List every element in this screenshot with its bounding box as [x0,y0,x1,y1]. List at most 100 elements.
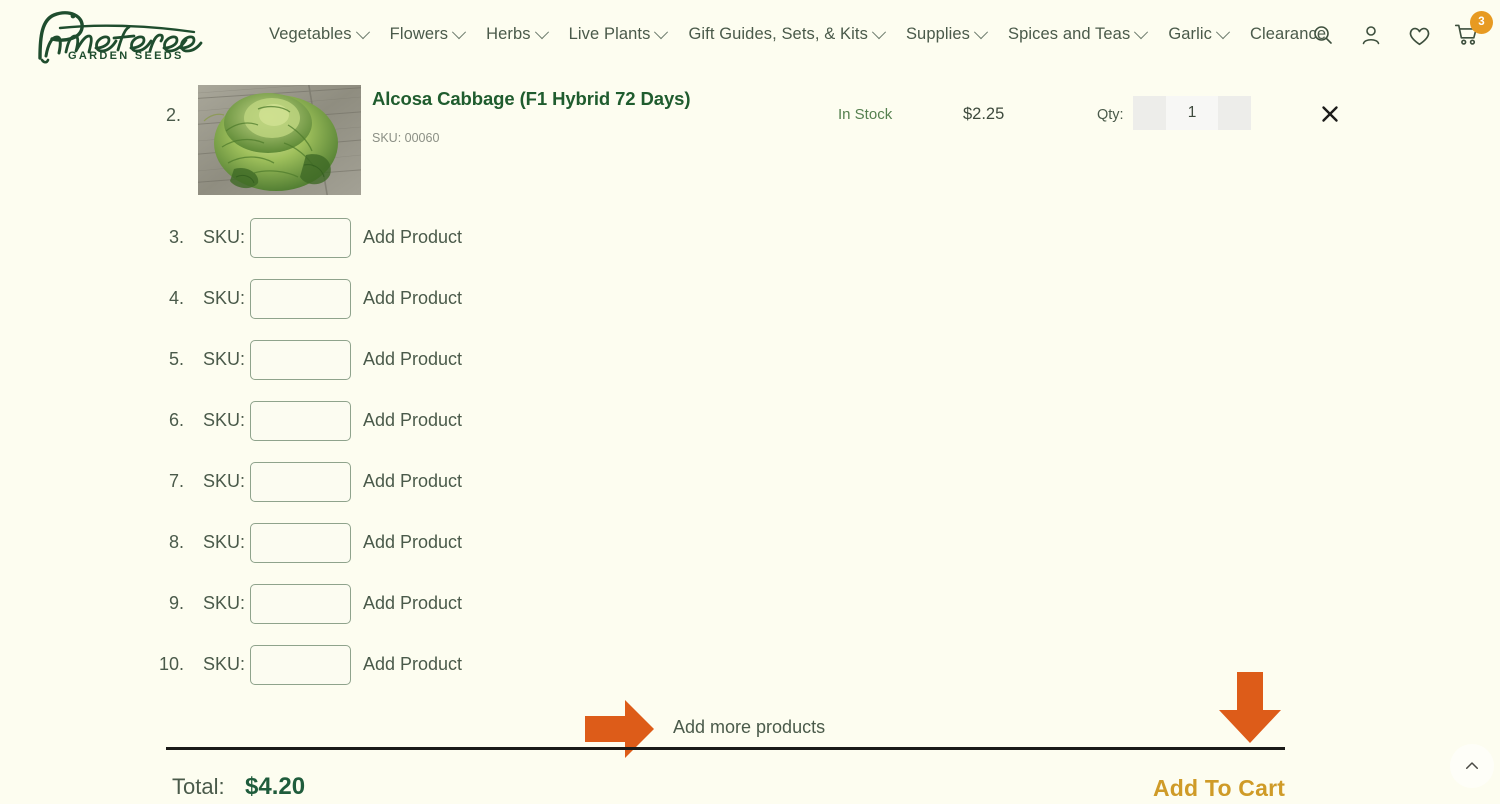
nav-item-herbs[interactable]: Herbs [475,24,558,44]
row-number: 6. [168,410,184,430]
arrow-right-icon [585,700,654,758]
arrow-down-icon [1219,672,1281,743]
main-navigation: Vegetables Flowers Herbs Live Plants Gif… [258,24,1337,44]
nav-item-live-plants[interactable]: Live Plants [558,24,678,44]
nav-item-gift-guides-sets-kits[interactable]: Gift Guides, Sets, & Kits [677,24,894,44]
sku-label: SKU: [203,593,246,613]
nav-label: Flowers [389,25,449,43]
sku-label: SKU: [203,288,246,308]
add-more-products-label: Add more products [673,717,826,737]
account-icon [1362,26,1380,45]
add-more-arrow-right [585,698,655,765]
chevron-down-icon [1134,24,1149,39]
site-header: GARDEN SEEDS Vegetables Flowers Herbs Li… [0,0,1500,76]
quantity-stepper[interactable] [1133,96,1251,130]
nav-item-vegetables[interactable]: Vegetables [258,24,379,44]
add-product-button[interactable]: Add Product [363,288,462,309]
wishlist-heart-icon [1409,27,1429,45]
row-number: 3. [168,227,184,247]
sku-label: SKU: [203,410,246,430]
add-product-button[interactable]: Add Product [363,593,462,614]
add-product-button[interactable]: Add Product [363,532,462,553]
add-product-button[interactable]: Add Product [363,227,462,248]
row-number: 9. [168,593,184,613]
chevron-down-icon [654,24,669,39]
product-sku: SKU: 00060 [372,131,440,145]
chevron-down-icon [452,24,467,39]
sku-label: SKU: [203,471,246,491]
sku-input[interactable] [250,523,351,563]
sku-entry-row: 5. SKU: Add Product [0,340,1500,382]
nav-label: Gift Guides, Sets, & Kits [688,25,868,43]
close-icon [1322,106,1338,122]
scroll-to-top-button[interactable] [1450,744,1494,788]
sku-input[interactable] [250,401,351,441]
sku-label: SKU: [203,532,246,552]
add-product-button[interactable]: Add Product [363,349,462,370]
sku-label: SKU: [203,654,246,674]
nav-label: Garlic [1168,25,1212,43]
add-product-button[interactable]: Add Product [363,654,462,675]
sku-input[interactable] [250,218,351,258]
quantity-increase-button[interactable] [1218,96,1251,130]
sku-label: SKU: [203,349,246,369]
remove-item-button[interactable] [1318,102,1342,126]
account-button[interactable] [1356,20,1386,50]
sku-input[interactable] [250,462,351,502]
nav-label: Vegetables [269,25,352,43]
quantity-decrease-button[interactable] [1133,96,1166,130]
row-number: 4. [168,288,184,308]
chevron-down-icon [534,24,549,39]
cart-product-row: 2. Alcosa Cabbage (F1 Hybrid 72 Days) SK… [0,76,1500,204]
nav-label: Supplies [905,25,971,43]
header-icon-group: 3 [1308,11,1493,50]
sku-entry-row: 4. SKU: Add Product [0,279,1500,321]
stock-status: In Stock [838,106,893,123]
row-number: 2. [166,105,182,125]
chevron-down-icon [355,24,370,39]
add-product-button[interactable]: Add Product [363,410,462,431]
row-number: 8. [168,532,184,552]
product-title-link[interactable]: Alcosa Cabbage (F1 Hybrid 72 Days) [372,88,691,110]
product-thumbnail[interactable] [198,85,361,195]
product-price: $2.25 [963,105,1005,123]
row-number: 5. [168,349,184,369]
search-icon [1314,26,1332,44]
total-label: Total: [172,774,225,799]
add-to-cart-button[interactable]: Add To Cart [1153,775,1285,802]
sku-entry-row: 3. SKU: Add Product [0,218,1500,260]
cart-count-badge: 3 [1470,11,1493,34]
quantity-input[interactable] [1166,96,1218,130]
sku-input[interactable] [250,645,351,685]
sku-entry-row: 8. SKU: Add Product [0,523,1500,565]
chevron-up-icon [1466,762,1478,769]
sku-input[interactable] [250,584,351,624]
row-number: 7. [168,471,184,491]
add-product-button[interactable]: Add Product [363,471,462,492]
row-number: 10. [158,654,184,674]
sku-input[interactable] [250,340,351,380]
cabbage-photo [198,85,361,195]
search-button[interactable] [1308,20,1338,50]
sku-entry-row: 6. SKU: Add Product [0,401,1500,443]
nav-label: Spices and Teas [1008,25,1131,43]
nav-item-flowers[interactable]: Flowers [379,24,475,44]
sku-input[interactable] [250,279,351,319]
sku-entry-row: 9. SKU: Add Product [0,584,1500,626]
chevron-down-icon [871,24,887,39]
nav-label: Live Plants [568,25,651,43]
chevron-down-icon [973,24,989,39]
site-logo[interactable]: GARDEN SEEDS [26,6,216,70]
cart-button[interactable]: 3 [1452,11,1493,50]
brand-tagline: GARDEN SEEDS [68,50,184,62]
wishlist-button[interactable] [1404,20,1434,50]
nav-item-garlic[interactable]: Garlic [1157,24,1239,44]
chevron-down-icon [1215,24,1231,39]
nav-label: Herbs [486,25,531,43]
totals-divider [166,747,1285,750]
total-amount: $4.20 [245,773,306,800]
nav-item-spices-and-teas[interactable]: Spices and Teas [997,24,1157,44]
nav-item-supplies[interactable]: Supplies [895,24,997,44]
add-to-cart-arrow-down [1218,672,1282,749]
sku-entry-row: 7. SKU: Add Product [0,462,1500,504]
